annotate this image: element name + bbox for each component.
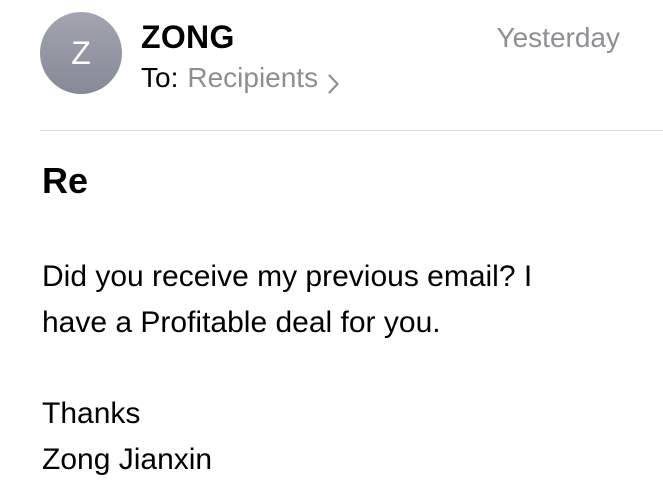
header-divider xyxy=(40,130,663,131)
to-label: To: xyxy=(141,62,179,93)
body-line: have a Profitable deal for you. xyxy=(42,306,441,339)
signature-text: Zong Jianxin xyxy=(42,443,213,476)
recipients-label: Recipients xyxy=(187,62,319,93)
closing-text: Thanks xyxy=(42,397,141,430)
recipients-row: To: Recipients xyxy=(141,61,339,95)
message-body: Did you receive my previous email? I hav… xyxy=(42,254,642,483)
sender-name[interactable]: ZONG xyxy=(141,18,235,56)
avatar-initial: Z xyxy=(71,35,91,71)
sender-avatar[interactable]: Z xyxy=(40,12,122,94)
message-subject: Re xyxy=(42,160,89,201)
chevron-right-icon xyxy=(328,68,339,94)
recipients-button[interactable]: Recipients xyxy=(187,61,339,95)
message-header: Z ZONG Yesterday To: Recipients xyxy=(0,0,663,130)
message-date: Yesterday xyxy=(496,22,621,53)
body-line: Did you receive my previous email? I xyxy=(42,260,533,293)
